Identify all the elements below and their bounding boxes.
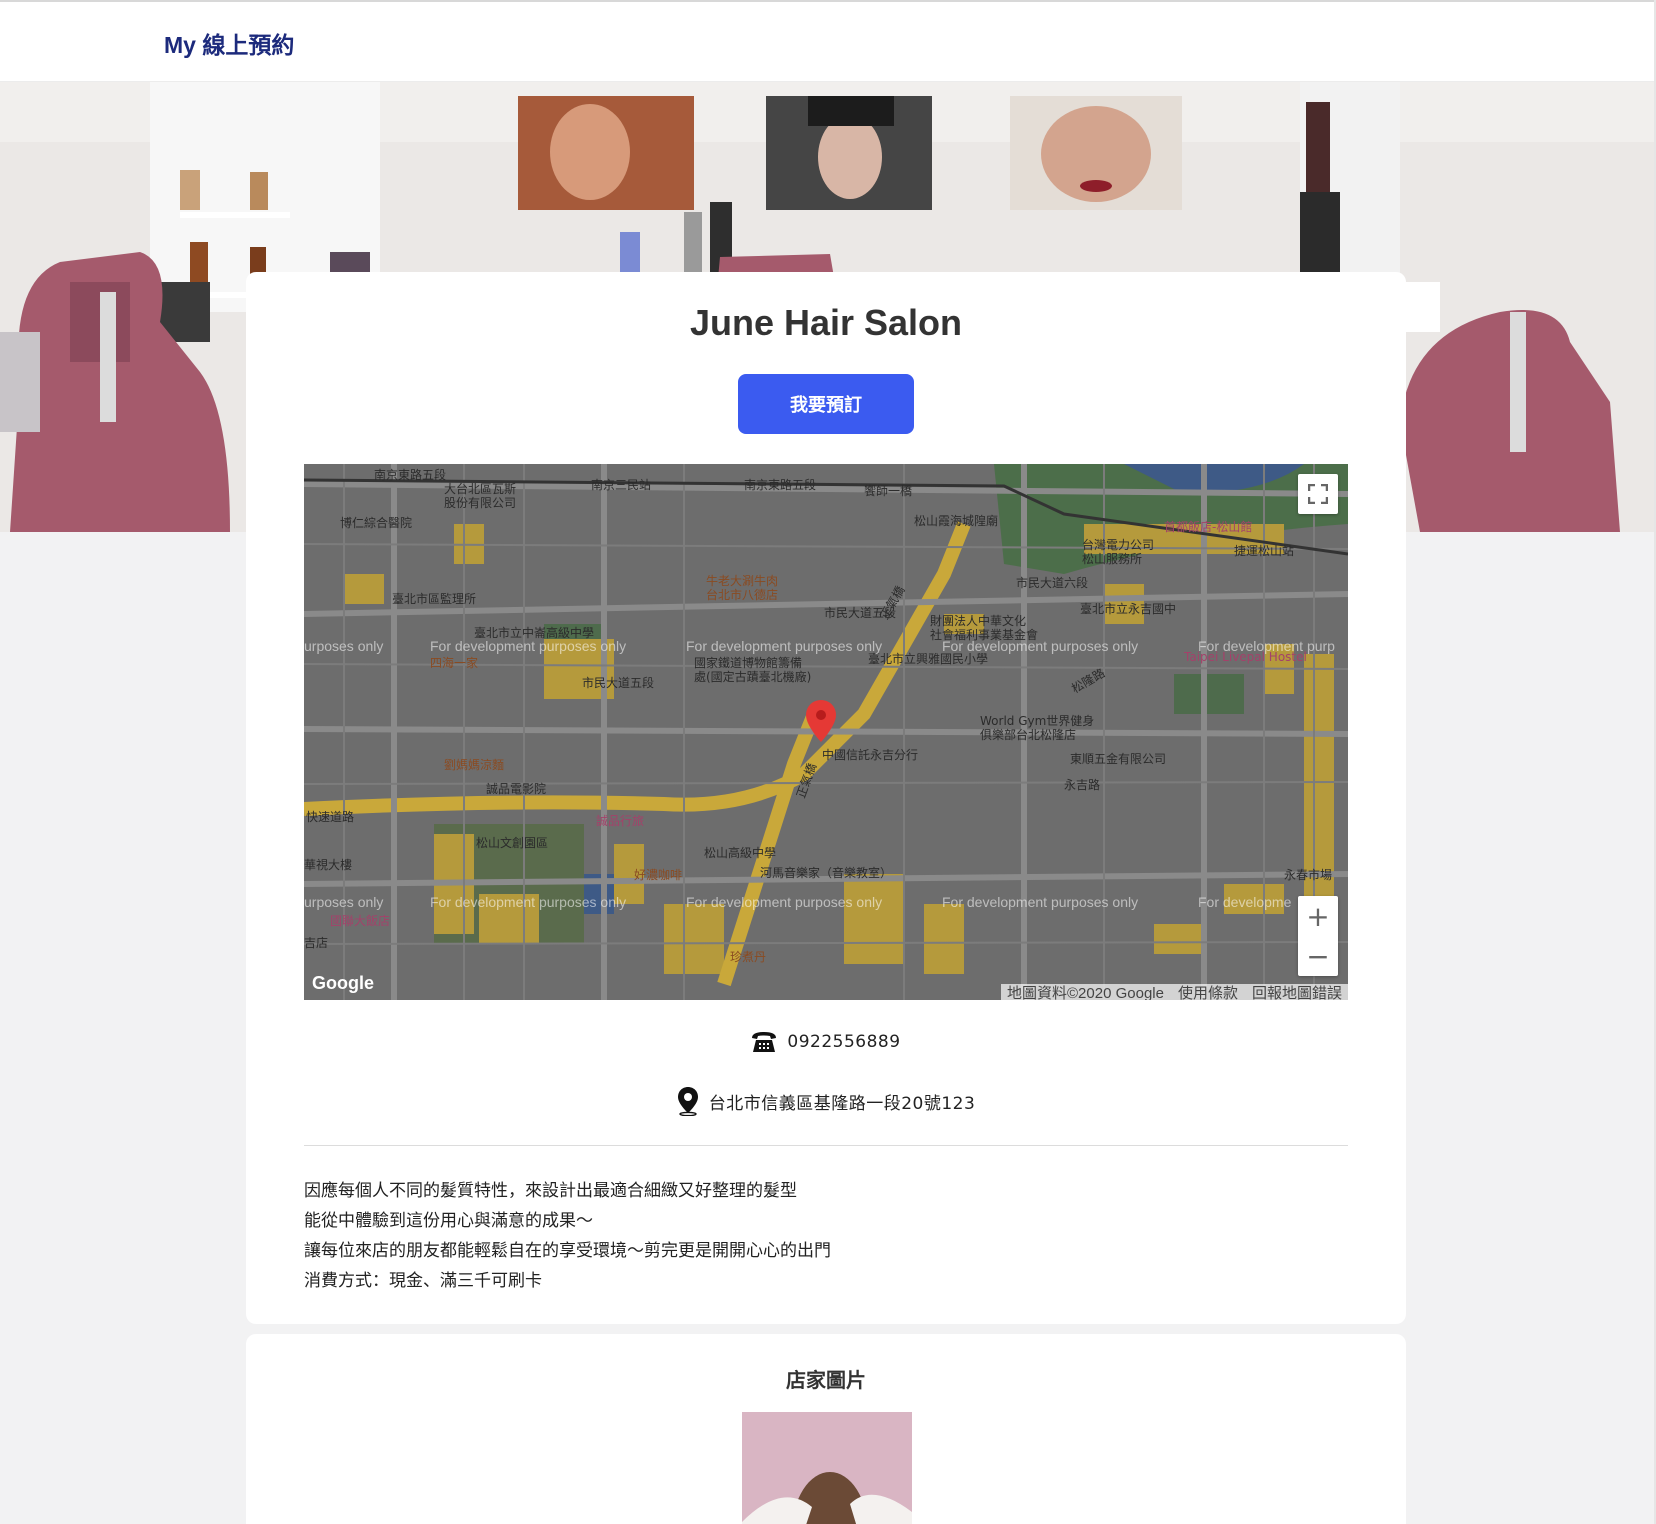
- map-label: 博仁綜合醫院: [340, 516, 413, 530]
- description-line: 能從中體驗到這份用心與滿意的成果～: [304, 1211, 593, 1231]
- map-dev-watermark: For development purposes only: [686, 638, 883, 654]
- map-label: 永吉路: [1064, 778, 1101, 792]
- description-line: 因應每個人不同的髮質特性，來設計出最適合細緻又好整理的髮型: [304, 1181, 797, 1201]
- map-label: 中國信託永吉分行: [822, 748, 919, 762]
- zoom-out-button[interactable]: −: [1298, 936, 1338, 976]
- map-label: 珍煮丹: [730, 950, 767, 964]
- map-label: 誠品電影院: [486, 782, 547, 796]
- map-label: World Gym世界健身 俱樂部台北松隆店: [980, 714, 1095, 742]
- google-logo[interactable]: Google: [312, 973, 374, 994]
- map-label: 誠品行旅: [596, 814, 645, 828]
- phone-icon: [752, 1032, 777, 1052]
- map-label: 南京東路五段: [374, 468, 447, 482]
- map-dev-watermark: For development purposes only: [942, 894, 1139, 910]
- address-row: 台北市信義區基隆路一段20號123: [246, 1086, 1406, 1116]
- shop-detail-card: June Hair Salon 我要預訂 南京東路五段 大台北區瓦斯 股份有限公…: [246, 272, 1406, 1324]
- map-dev-watermark: urposes only: [304, 638, 384, 654]
- map-label: 吉店: [304, 936, 329, 950]
- map-label: 快速道路: [306, 810, 355, 824]
- map-dev-watermark: For development purposes only: [430, 894, 627, 910]
- brand-logo[interactable]: My 線上預約: [164, 26, 294, 60]
- map-label: 饗師一橋: [864, 484, 913, 498]
- map-label: 東順五金有限公司: [1070, 752, 1167, 766]
- book-button[interactable]: 我要預訂: [738, 374, 914, 434]
- map-label: 南京東路五段: [744, 478, 817, 492]
- divider: [304, 1145, 1348, 1146]
- map-dev-watermark: For development purposes only: [430, 638, 627, 654]
- shop-name: June Hair Salon: [689, 302, 963, 343]
- navbar: My 線上預約: [0, 2, 1656, 82]
- map-marker-icon[interactable]: [806, 700, 836, 742]
- map-label: 河馬音樂家（音樂教室）: [760, 866, 893, 880]
- phone-row: 0922556889: [246, 1030, 1406, 1054]
- fullscreen-button[interactable]: [1298, 474, 1338, 514]
- map-data-credit: 地圖資料©2020 Google: [1007, 984, 1164, 1001]
- map-label: 捷運松山站: [1234, 544, 1295, 558]
- map-label: 松山霞海城隍廟: [914, 514, 999, 528]
- shop-photo-thumbnail[interactable]: [742, 1412, 912, 1524]
- map-label: 劉媽媽涼麵: [444, 758, 505, 772]
- report-error-link[interactable]: 回報地圖錯誤: [1252, 982, 1342, 1001]
- shop-photos-card: 店家圖片: [246, 1334, 1406, 1524]
- map-dev-watermark: urposes only: [304, 894, 384, 910]
- map-label: 南京三民站: [591, 478, 652, 492]
- map-label: 四海一家: [430, 656, 479, 670]
- location-pin-icon: [677, 1087, 698, 1116]
- map-label: 市民大道六段: [1016, 576, 1089, 590]
- map-label: 好濃咖啡: [634, 868, 683, 882]
- shop-address[interactable]: 台北市信義區基隆路一段20號123: [709, 1089, 976, 1114]
- map-dev-watermark: For development purposes only: [942, 638, 1139, 654]
- map-label: 首都飯店-松山館: [1164, 520, 1253, 534]
- map-label: 松山文創園區: [476, 836, 549, 850]
- map-label: 台灣電力公司 松山服務所: [1082, 538, 1155, 566]
- map-label: 臺北市區監理所: [392, 592, 477, 606]
- zoom-in-button[interactable]: +: [1298, 896, 1338, 936]
- map-label: 松山高級中學: [704, 846, 777, 860]
- shop-photo-image: [742, 1412, 912, 1524]
- map-label: 臺北市立永吉國中: [1080, 602, 1177, 616]
- description-line: 讓每位來店的朋友都能輕鬆自在的享受環境～剪完更是開開心心的出門: [304, 1241, 831, 1261]
- map-dev-watermark: For developme: [1198, 894, 1292, 910]
- map-dev-watermark: For development purp: [1198, 638, 1335, 654]
- phone-number[interactable]: 0922556889: [787, 1032, 900, 1052]
- map-label: 大台北區瓦斯 股份有限公司: [444, 482, 517, 510]
- map-label: 牛老大涮牛肉 台北市八德店: [706, 574, 779, 602]
- shop-description: 因應每個人不同的髮質特性，來設計出最適合細緻又好整理的髮型 能從中體驗到這份用心…: [304, 1176, 831, 1296]
- zoom-controls: + −: [1298, 896, 1338, 976]
- map-dev-watermark: For development purposes only: [686, 894, 883, 910]
- google-map[interactable]: 南京東路五段 大台北區瓦斯 股份有限公司 南京三民站 南京東路五段 饗師一橋 博…: [304, 464, 1348, 1000]
- map-label: 國聯大飯店: [330, 914, 391, 928]
- description-line: 消費方式：現金、滿三千可刷卡: [304, 1271, 542, 1291]
- fullscreen-icon: [1308, 484, 1328, 504]
- map-attribution: 地圖資料©2020 Google 使用條款 回報地圖錯誤: [1001, 984, 1348, 1000]
- terms-link[interactable]: 使用條款: [1178, 982, 1238, 1001]
- map-label: 華視大樓: [304, 858, 353, 872]
- map-label: 市民大道五段: [582, 676, 655, 690]
- map-label: 國家鐵道博物館籌備 處(國定古蹟臺北機廠): [694, 656, 812, 684]
- photos-section-title: 店家圖片: [786, 1368, 866, 1392]
- map-label: 永春市場: [1284, 868, 1333, 882]
